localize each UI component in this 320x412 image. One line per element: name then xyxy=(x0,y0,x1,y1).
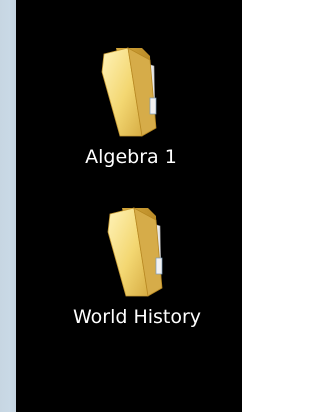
folder-label: Algebra 1 xyxy=(85,146,177,168)
desktop-area: Algebra 1 World History xyxy=(16,0,242,412)
desktop-background: Algebra 1 World History xyxy=(0,0,242,412)
desktop-folder-world-history[interactable]: World History xyxy=(72,200,202,330)
folder-label: World History xyxy=(72,306,202,328)
desktop-folder-algebra-1[interactable]: Algebra 1 xyxy=(66,40,196,170)
folder-icon xyxy=(107,207,163,297)
folder-icon xyxy=(101,47,157,137)
